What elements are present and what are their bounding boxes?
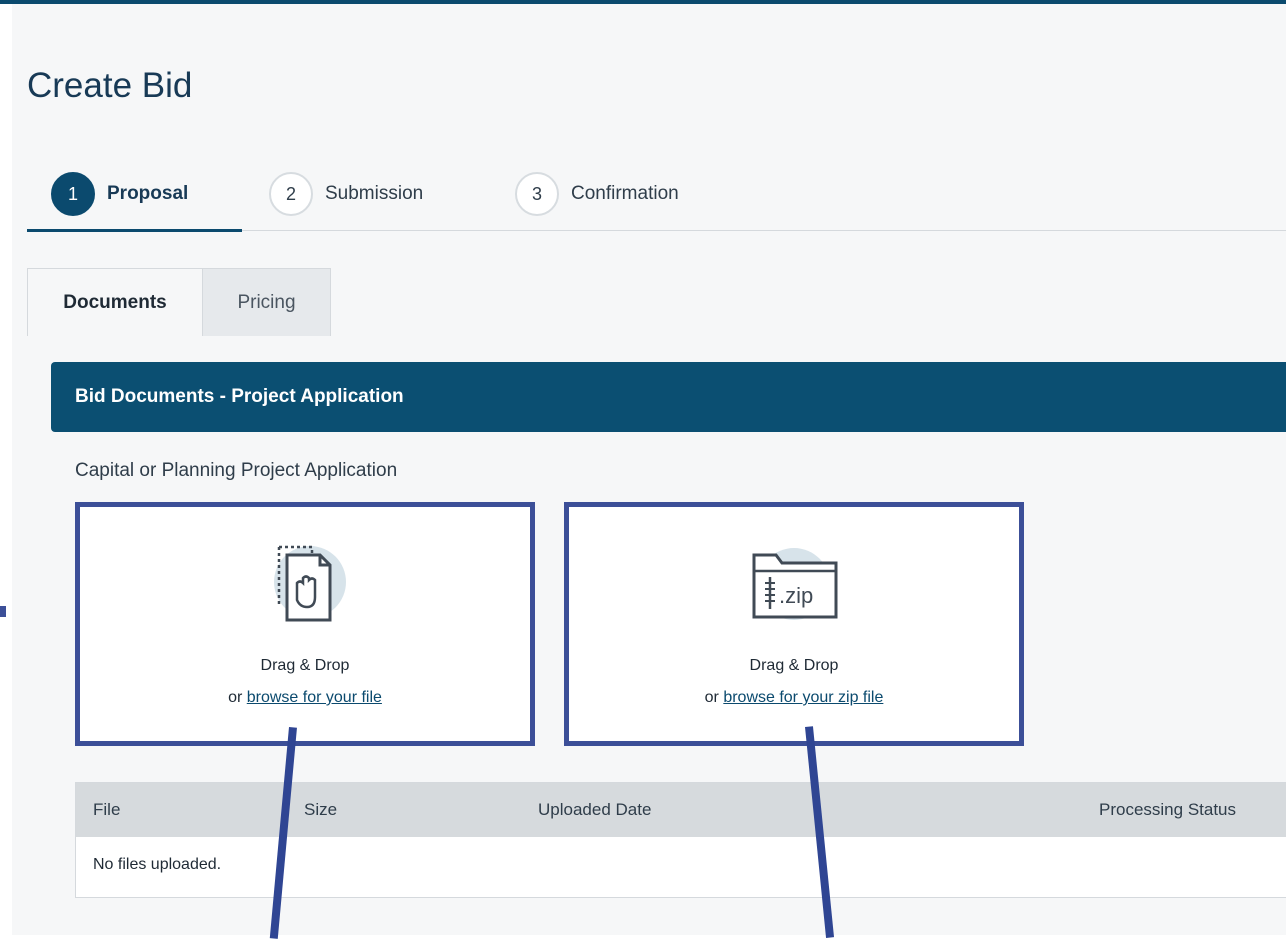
step-submission[interactable]: 2 Submission (269, 170, 423, 218)
browse-line: or browse for your file (80, 689, 530, 707)
browse-line: or browse for your zip file (569, 689, 1019, 707)
tab-pricing[interactable]: Pricing (203, 268, 331, 336)
browse-zip-link[interactable]: browse for your zip file (723, 689, 883, 706)
step-label: Proposal (107, 183, 189, 204)
drag-drop-label: Drag & Drop (749, 657, 839, 674)
step-label: Submission (325, 183, 424, 204)
step-label: Confirmation (571, 183, 679, 204)
tab-documents[interactable]: Documents (27, 268, 203, 336)
section-label: Capital or Planning Project Application (75, 460, 398, 481)
drag-drop-label: Drag & Drop (260, 657, 350, 674)
step-confirmation[interactable]: 3 Confirmation (515, 170, 679, 218)
browse-file-link[interactable]: browse for your file (247, 689, 382, 706)
file-dropzone[interactable]: Drag & Drop or browse for your file (75, 502, 535, 746)
table-body: No files uploaded. (76, 837, 1286, 896)
step-number: 3 (515, 172, 559, 216)
browse-prefix: or (704, 689, 719, 706)
files-table: File Size Uploaded Date Processing Statu… (75, 782, 1286, 898)
column-uploaded-date[interactable]: Uploaded Date (538, 800, 651, 820)
zip-dropzone[interactable]: .zip Drag & Drop or browse for your zip … (564, 502, 1024, 746)
column-size[interactable]: Size (304, 800, 337, 820)
empty-table-message: No files uploaded. (93, 856, 222, 873)
page-title: Create Bid (27, 66, 193, 105)
column-processing-status[interactable]: Processing Status (1099, 800, 1236, 820)
annotation-marker (0, 606, 6, 617)
column-file[interactable]: File (93, 800, 120, 820)
browse-prefix: or (228, 689, 243, 706)
drag-drop-file-icon (274, 545, 346, 622)
step-number: 1 (51, 172, 95, 216)
zip-icon-text: .zip (779, 583, 813, 608)
document-tabs: Documents Pricing (27, 268, 331, 336)
active-step-indicator (27, 229, 242, 232)
bid-documents-header: Bid Documents - Project Application (51, 362, 1286, 432)
stepper: 1 Proposal 2 Submission 3 Confirmation (27, 160, 1286, 232)
step-proposal[interactable]: 1 Proposal (51, 170, 188, 218)
left-margin (0, 4, 12, 935)
table-header: File Size Uploaded Date Processing Statu… (76, 783, 1286, 837)
step-number: 2 (269, 172, 313, 216)
zip-folder-icon: .zip (752, 548, 838, 620)
